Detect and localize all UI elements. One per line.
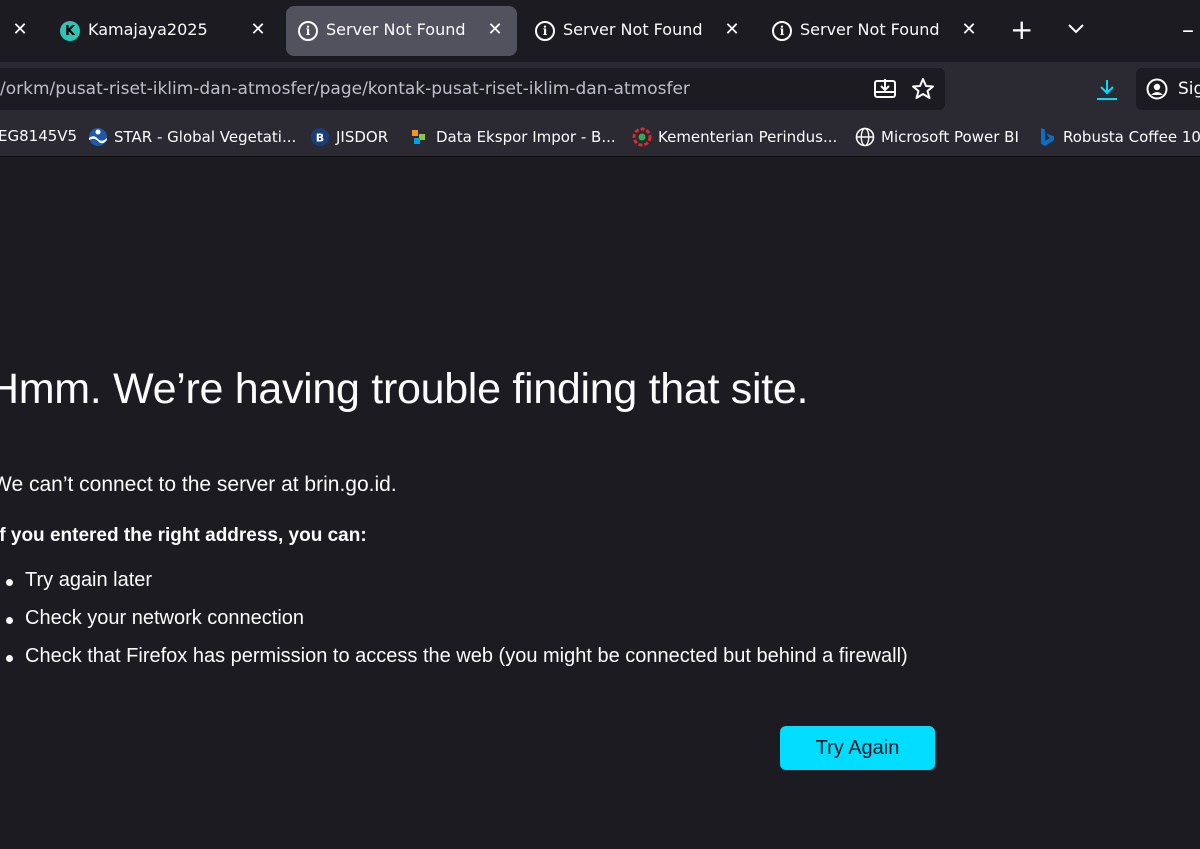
tab-title: Server Not Found	[326, 20, 466, 39]
bookmark-item[interactable]: EG8145V5	[0, 127, 77, 145]
bookmark-item[interactable]: STAR - Global Vegetati...	[88, 127, 296, 147]
bi-icon: B	[311, 128, 329, 146]
downloads-icon[interactable]	[1094, 77, 1120, 103]
suggestion-item: Try again later	[0, 569, 908, 607]
tab-title: Server Not Found	[563, 20, 703, 39]
url-bar[interactable]: /orkm/pusat-riset-iklim-dan-atmosfer/pag…	[0, 68, 945, 110]
bookmark-item[interactable]: Kementerian Perindus...	[632, 127, 837, 147]
bookmark-label: Kementerian Perindus...	[658, 128, 838, 146]
error-title: Hmm. We’re having trouble finding that s…	[0, 365, 809, 413]
info-icon: i	[535, 21, 555, 41]
info-icon: i	[298, 21, 318, 41]
url-text[interactable]: /orkm/pusat-riset-iklim-dan-atmosfer/pag…	[0, 79, 690, 99]
svg-text:B: B	[316, 132, 324, 145]
tab-close-button[interactable]: ✕	[722, 19, 742, 40]
suggestion-item: Check that Firefox has permission to acc…	[0, 645, 908, 683]
error-description: We can’t connect to the server at brin.g…	[0, 473, 397, 496]
tab-close-button[interactable]: ✕	[10, 19, 30, 40]
kemenperin-icon	[632, 127, 652, 147]
tab-strip: ✕ K Kamajaya2025 ✕ i Server Not Found ✕ …	[0, 0, 1200, 62]
bookmark-star-icon[interactable]	[910, 76, 936, 102]
account-button[interactable]: Sig	[1136, 68, 1200, 110]
tab-close-button[interactable]: ✕	[959, 19, 979, 40]
tab-server-not-found-active[interactable]: i Server Not Found ✕	[286, 6, 517, 56]
tab-title: Server Not Found	[800, 20, 940, 39]
suggestions-list: Try again later Check your network conne…	[0, 569, 908, 683]
tab-title: Kamajaya2025	[88, 20, 208, 39]
bookmark-item[interactable]: Microsoft Power BI	[855, 127, 1019, 147]
info-icon: i	[772, 21, 792, 41]
tab-close-button[interactable]: ✕	[248, 19, 268, 40]
bookmark-item[interactable]: B JISDOR	[310, 127, 388, 147]
bookmark-item[interactable]: Data Ekspor Impor - B...	[410, 127, 616, 147]
error-page: Hmm. We’re having trouble finding that s…	[0, 157, 1200, 849]
bookmark-label: Robusta Coffee 10...	[1063, 128, 1200, 146]
bookmark-label: Microsoft Power BI	[881, 128, 1019, 146]
bookmarks-toolbar: EG8145V5 STAR - Global Vegetati... B JIS…	[0, 118, 1200, 157]
k-logo-icon: K	[60, 21, 80, 41]
navigation-toolbar: /orkm/pusat-riset-iklim-dan-atmosfer/pag…	[0, 62, 1200, 118]
tab-kamajaya2025[interactable]: K Kamajaya2025 ✕	[48, 6, 280, 56]
account-label: Sig	[1178, 79, 1200, 99]
bookmark-label: JISDOR	[336, 128, 389, 146]
account-icon	[1146, 78, 1168, 100]
suggestion-item: Check your network connection	[0, 607, 908, 645]
tab-close-button[interactable]: ✕	[485, 19, 505, 40]
minimize-button[interactable]: –	[1182, 17, 1194, 43]
tab-server-not-found[interactable]: i Server Not Found ✕	[523, 6, 754, 56]
error-help-heading: If you entered the right address, you ca…	[0, 525, 367, 546]
globe-icon	[855, 127, 875, 147]
bing-icon	[1041, 128, 1054, 146]
tab-server-not-found[interactable]: i Server Not Found ✕	[760, 6, 991, 56]
tab-partial[interactable]: ✕	[0, 6, 42, 56]
save-to-pocket-icon[interactable]	[872, 76, 898, 102]
new-tab-button[interactable]: +	[1010, 16, 1033, 44]
bookmark-item[interactable]: Robusta Coffee 10...	[1037, 127, 1200, 147]
bookmark-label: Data Ekspor Impor - B...	[436, 128, 616, 146]
bps-icon	[412, 130, 425, 144]
try-again-button[interactable]: Try Again	[780, 726, 935, 770]
bookmark-label: EG8145V5	[0, 127, 78, 145]
noaa-icon	[89, 128, 107, 146]
bookmark-label: STAR - Global Vegetati...	[114, 128, 297, 146]
list-all-tabs-button[interactable]	[1066, 22, 1086, 36]
